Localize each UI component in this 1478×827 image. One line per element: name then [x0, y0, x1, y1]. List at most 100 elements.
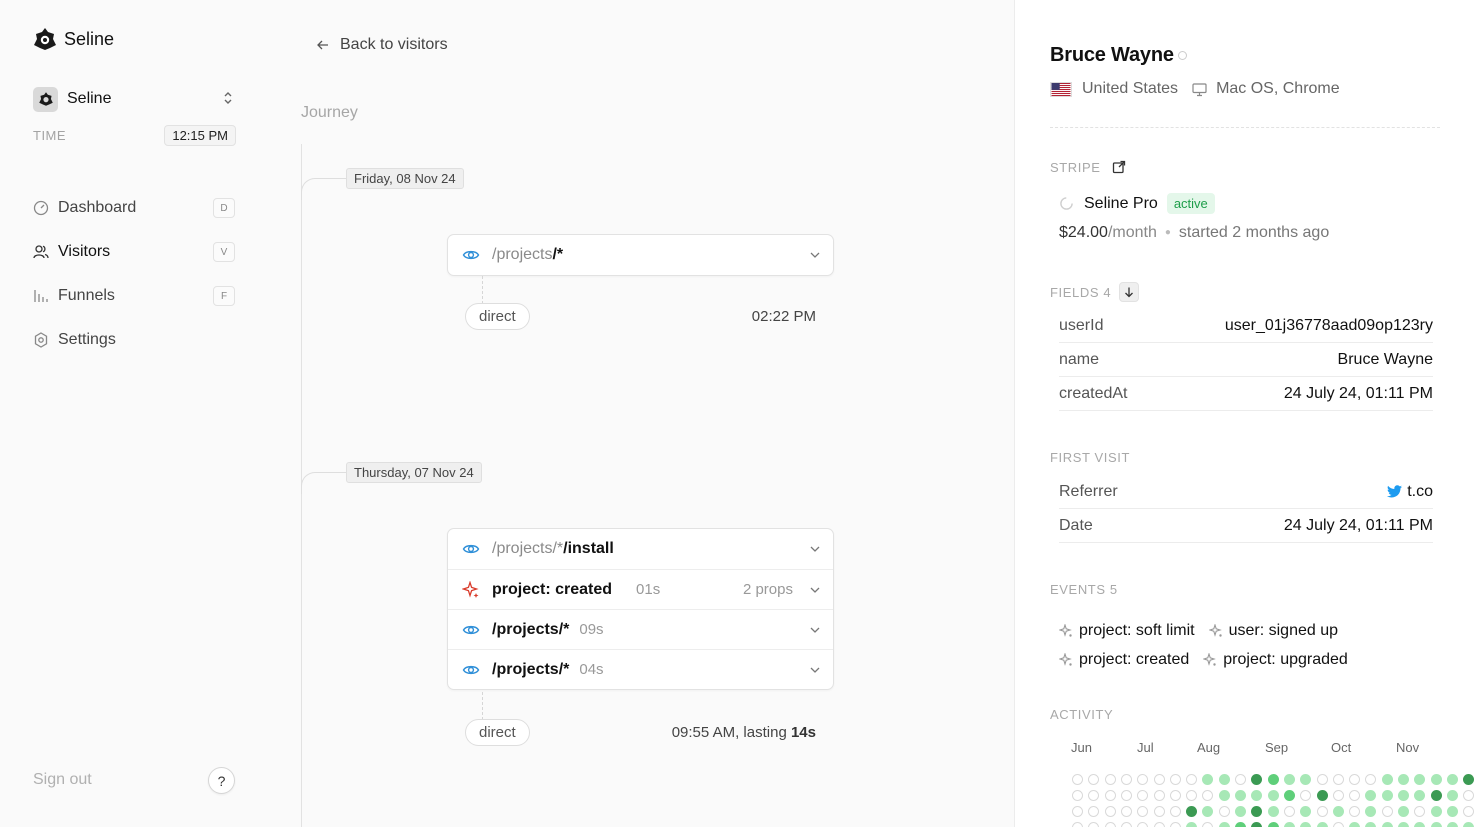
activity-cell — [1088, 822, 1100, 827]
activity-cell — [1120, 806, 1132, 817]
back-label: Back to visitors — [340, 36, 448, 53]
sort-fields-button[interactable] — [1119, 282, 1140, 302]
event-chip[interactable]: project: soft limit — [1059, 622, 1195, 640]
activity-cell — [1381, 822, 1393, 827]
eye-icon — [462, 665, 480, 674]
pageview-row[interactable]: /projects/* /install — [448, 529, 833, 569]
path-suffix: /projects/* — [492, 620, 570, 638]
activity-cell — [1137, 806, 1149, 817]
activity-cell — [1153, 790, 1165, 801]
session-start-time: 02:22 PM — [751, 308, 816, 325]
nav-item-dashboard[interactable]: Dashboard D — [33, 186, 236, 230]
activity-cell — [1218, 806, 1230, 817]
sparkle-icon — [1208, 623, 1222, 637]
activity-cell — [1463, 806, 1475, 817]
activity-cell — [1463, 822, 1475, 827]
divider — [1050, 127, 1440, 128]
event-chip[interactable]: project: upgraded — [1203, 651, 1348, 669]
activity-cell — [1186, 790, 1198, 801]
source-pill: direct — [465, 719, 530, 746]
eye-icon — [462, 625, 480, 634]
nav-item-settings[interactable]: Settings — [33, 318, 236, 362]
activity-cell — [1169, 790, 1181, 801]
online-status-dot — [1178, 51, 1187, 60]
pageview-row[interactable]: /projects /* — [448, 235, 833, 275]
activity-cell — [1398, 790, 1409, 801]
activity-cell — [1283, 806, 1295, 817]
twitter-icon — [1387, 485, 1403, 498]
time-value[interactable]: 12:15 PM — [164, 124, 236, 146]
fields-section-label: FIELDS 4 — [1050, 282, 1140, 302]
brand[interactable]: Seline — [32, 26, 114, 52]
session-connector — [482, 276, 483, 304]
activity-cell — [1316, 774, 1328, 785]
activity-cell — [1202, 774, 1214, 785]
session-card: /projects/* /install project: created 01… — [447, 528, 834, 690]
field-value: 24 July 24, 01:11 PM — [1283, 384, 1433, 402]
price-unit: /month — [1107, 224, 1157, 241]
nav-item-visitors[interactable]: Visitors V — [33, 230, 236, 274]
sparkle-icon — [1059, 623, 1072, 637]
activity-cell — [1072, 822, 1083, 827]
session-start-time: 09:55 AM — [671, 724, 736, 741]
back-to-visitors-link[interactable]: Back to visitors — [316, 36, 448, 54]
brand-name: Seline — [64, 28, 115, 49]
activity-cell — [1414, 822, 1426, 827]
pageview-duration: 09s — [579, 621, 604, 638]
time-label: TIME — [33, 127, 67, 143]
activity-cell — [1251, 790, 1263, 801]
month-label: Sep — [1265, 740, 1289, 755]
activity-cell — [1137, 822, 1149, 827]
timeline-branch — [301, 178, 346, 200]
path-prefix: /projects/* — [492, 540, 564, 557]
shortcut-key: D — [213, 198, 235, 218]
sign-out-link[interactable]: Sign out — [33, 771, 92, 789]
activity-cell — [1218, 822, 1230, 827]
journey-heading: Journey — [301, 104, 358, 121]
sidebar: Seline Seline TIME 12:15 PM Dashboard D — [0, 0, 268, 827]
activity-cell — [1365, 790, 1377, 801]
nav-item-funnels[interactable]: Funnels F — [33, 274, 236, 318]
activity-cell — [1251, 774, 1263, 785]
activity-cell — [1218, 774, 1230, 785]
help-button[interactable]: ? — [208, 767, 235, 794]
open-stripe-button[interactable] — [1109, 157, 1129, 177]
pageview-row[interactable]: /projects/* 09s — [448, 609, 833, 649]
activity-cell — [1349, 790, 1361, 801]
activity-cell — [1446, 806, 1458, 817]
us-flag-icon — [1050, 81, 1072, 97]
activity-cell — [1332, 790, 1344, 801]
field-row: name Bruce Wayne — [1059, 343, 1433, 377]
activity-cell — [1186, 774, 1198, 785]
sparkle-icon — [462, 580, 479, 598]
stripe-label: STRIPE — [1050, 159, 1101, 175]
month-label: Aug — [1197, 740, 1221, 755]
chevron-down-icon — [810, 252, 820, 258]
activity-cell — [1300, 774, 1312, 785]
main-nav: Dashboard D Visitors V Funnels F Setting… — [33, 186, 236, 362]
activity-cell — [1251, 806, 1263, 817]
event-chip[interactable]: user: signed up — [1208, 622, 1338, 640]
pageview-row[interactable]: /projects/* 04s — [448, 649, 833, 689]
activity-cell — [1169, 822, 1181, 827]
event-chip[interactable]: project: created — [1059, 651, 1189, 669]
activity-cell — [1430, 806, 1442, 817]
activity-cell — [1381, 774, 1393, 785]
activity-cell — [1088, 774, 1100, 785]
activity-cell — [1120, 774, 1132, 785]
time-row: TIME 12:15 PM — [33, 124, 236, 146]
activity-cell — [1446, 822, 1458, 827]
workspace-avatar — [33, 86, 58, 112]
chevron-up-down-icon — [224, 92, 232, 104]
chevron-down-icon — [810, 587, 820, 593]
activity-cell — [1169, 806, 1181, 817]
workspace-switcher[interactable]: Seline — [33, 86, 236, 112]
activity-cell — [1430, 822, 1442, 827]
activity-cell — [1137, 774, 1149, 785]
activity-cell — [1349, 806, 1361, 817]
first-visit-key: Referrer — [1059, 482, 1118, 500]
activity-cell — [1235, 806, 1246, 817]
nav-label: Settings — [58, 331, 116, 348]
activity-cell — [1398, 806, 1409, 817]
event-row[interactable]: project: created 01s 2 props — [448, 569, 833, 609]
